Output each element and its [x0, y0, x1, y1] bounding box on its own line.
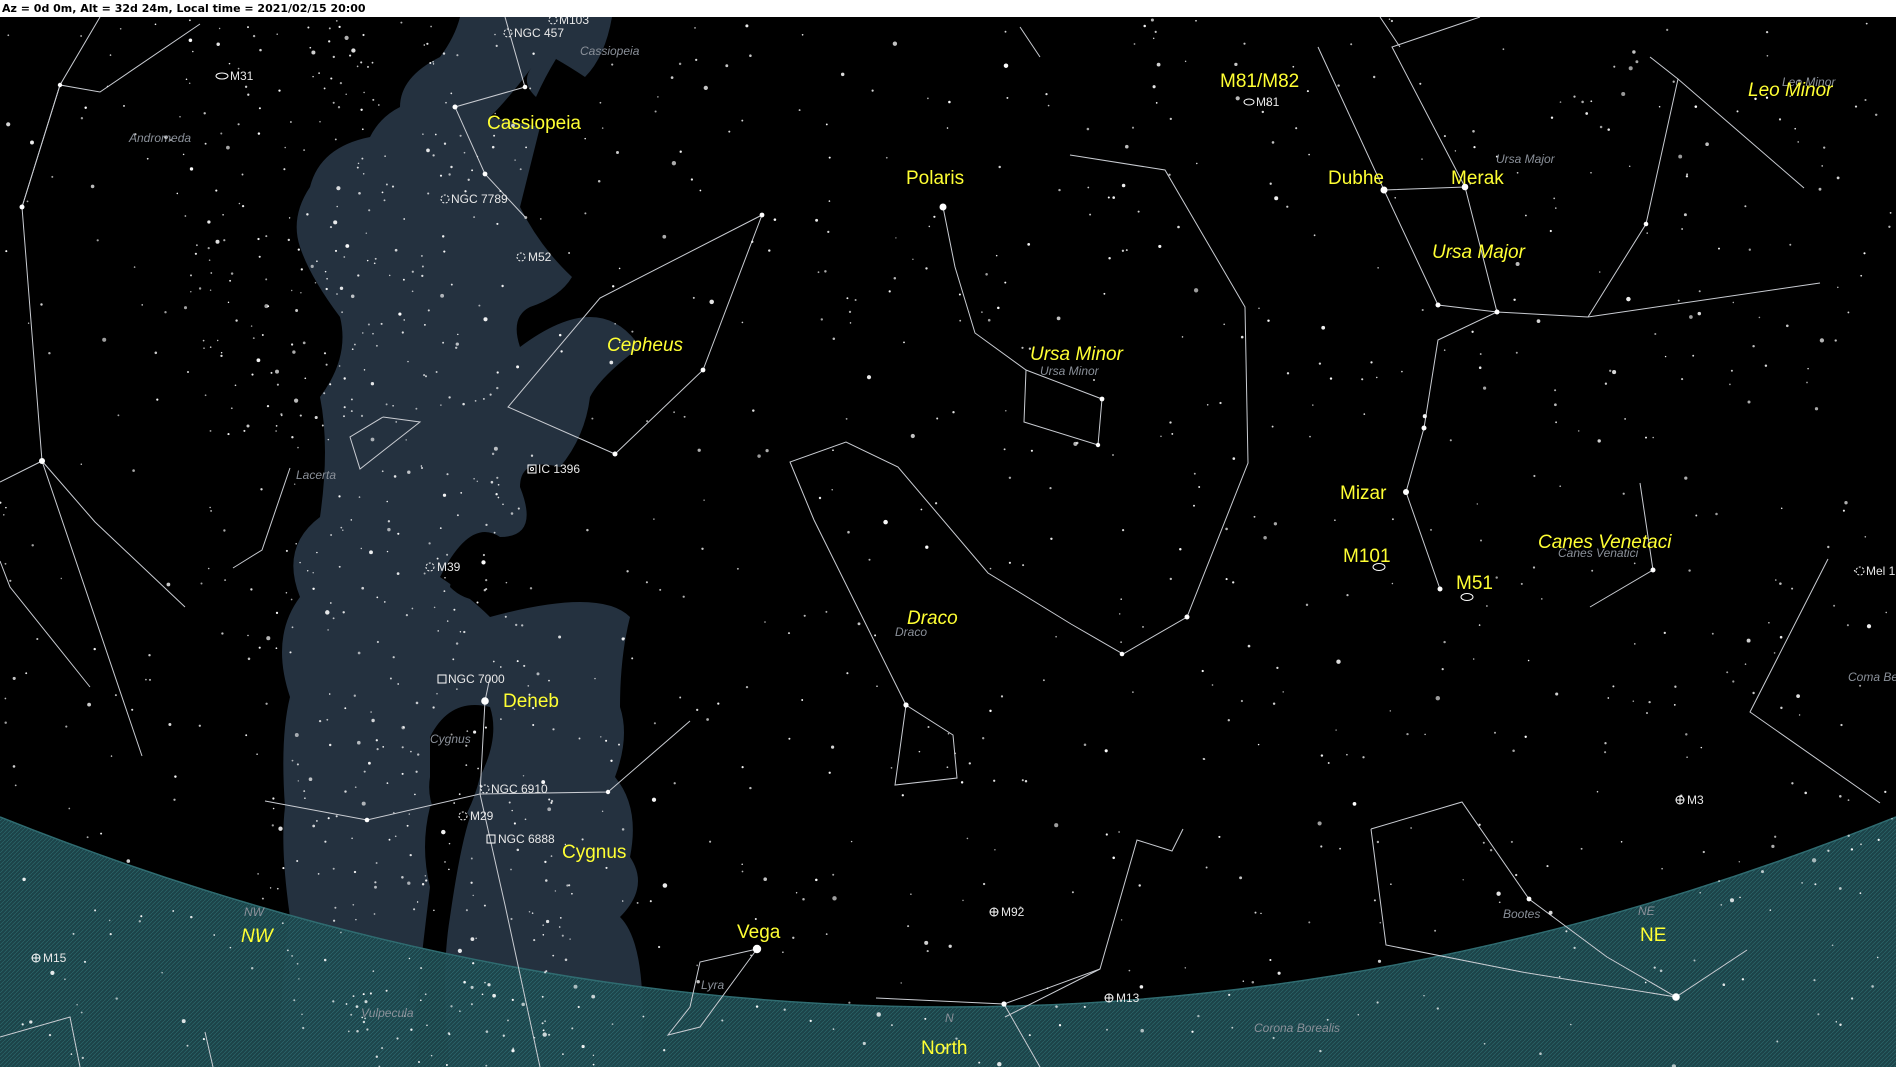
star-label-vega: Vega [737, 922, 781, 943]
horizon-label-ne: NE [1640, 925, 1666, 946]
label-leo-minor: Leo Minor [1748, 80, 1833, 101]
label-ursa-major: Ursa Major [1432, 242, 1526, 263]
star-label-deneb: Deneb [503, 691, 559, 712]
star-label-polaris: Polaris [906, 168, 964, 189]
status-bar: Az = 0d 0m, Alt = 32d 24m, Local time = … [0, 0, 1896, 17]
horizon-n-small: N [945, 1011, 954, 1025]
const-label-ursa-major: Ursa Major [1496, 152, 1556, 166]
dso-label-m3: M3 [1687, 793, 1704, 807]
label-ursa-minor: Ursa Minor [1030, 344, 1124, 365]
const-label-bootes: Bootes [1503, 907, 1540, 921]
dso-label-ngc457: NGC 457 [514, 26, 564, 40]
dso-label-m31: M31 [230, 69, 254, 83]
label-canes-venatici: Canes Venetaci [1538, 532, 1672, 553]
dso-label-ngc6910: NGC 6910 [491, 782, 548, 796]
const-label-ursa-minor: Ursa Minor [1040, 364, 1100, 378]
dso-label-ic1396: IC 1396 [538, 462, 580, 476]
dso-label-m29: M29 [470, 809, 494, 823]
label-m101: M101 [1343, 546, 1391, 567]
const-label-cygnus: Cygnus [430, 732, 471, 746]
horizon-ne-small: NE [1638, 904, 1656, 918]
const-label-andromeda: Andromeda [128, 131, 191, 145]
const-label-coma: Coma Be [1848, 670, 1896, 684]
label-m81m82: M81/M82 [1220, 71, 1299, 92]
horizon-label-north: North [921, 1038, 967, 1059]
horizon-nw-small: NW [244, 905, 266, 919]
dso-label-m52: M52 [528, 250, 552, 264]
label-cygnus: Cygnus [562, 842, 626, 863]
const-label-vulpecula: Vulpecula [361, 1006, 414, 1020]
horizon-label-nw: NW [241, 926, 275, 947]
const-label-lyra: Lyra [701, 978, 724, 992]
sky-chart[interactable]: M103 NGC 457 M31 NGC 7789 M52 IC 1396 M3… [0, 17, 1896, 1067]
dso-label-ngc7000: NGC 7000 [448, 672, 505, 686]
dso-label-m13: M13 [1116, 991, 1140, 1005]
const-label-lacerta: Lacerta [296, 468, 336, 482]
dso-label-m15: M15 [43, 951, 67, 965]
bright-stars [19, 82, 1680, 1007]
star-label-merak: Merak [1451, 168, 1504, 189]
dso-label-m92: M92 [1001, 905, 1025, 919]
label-cassiopeia: Cassiopeia [487, 113, 581, 134]
label-cepheus: Cepheus [607, 335, 684, 356]
const-label-cassiopeia: Cassiopeia [580, 44, 640, 58]
star-label-mizar: Mizar [1340, 483, 1387, 504]
label-m51: M51 [1456, 573, 1493, 594]
label-draco: Draco [907, 608, 958, 629]
const-label-corona-borealis: Corona Borealis [1254, 1021, 1340, 1035]
dso-label-mel111: Mel 1 [1866, 564, 1896, 578]
milky-way [280, 17, 643, 1067]
star-label-dubhe: Dubhe [1328, 168, 1384, 189]
dso-label-m81: M81 [1256, 95, 1280, 109]
dso-label-ngc7789: NGC 7789 [451, 192, 508, 206]
dso-label-m39: M39 [437, 560, 461, 574]
dso-label-ngc6888: NGC 6888 [498, 832, 555, 846]
